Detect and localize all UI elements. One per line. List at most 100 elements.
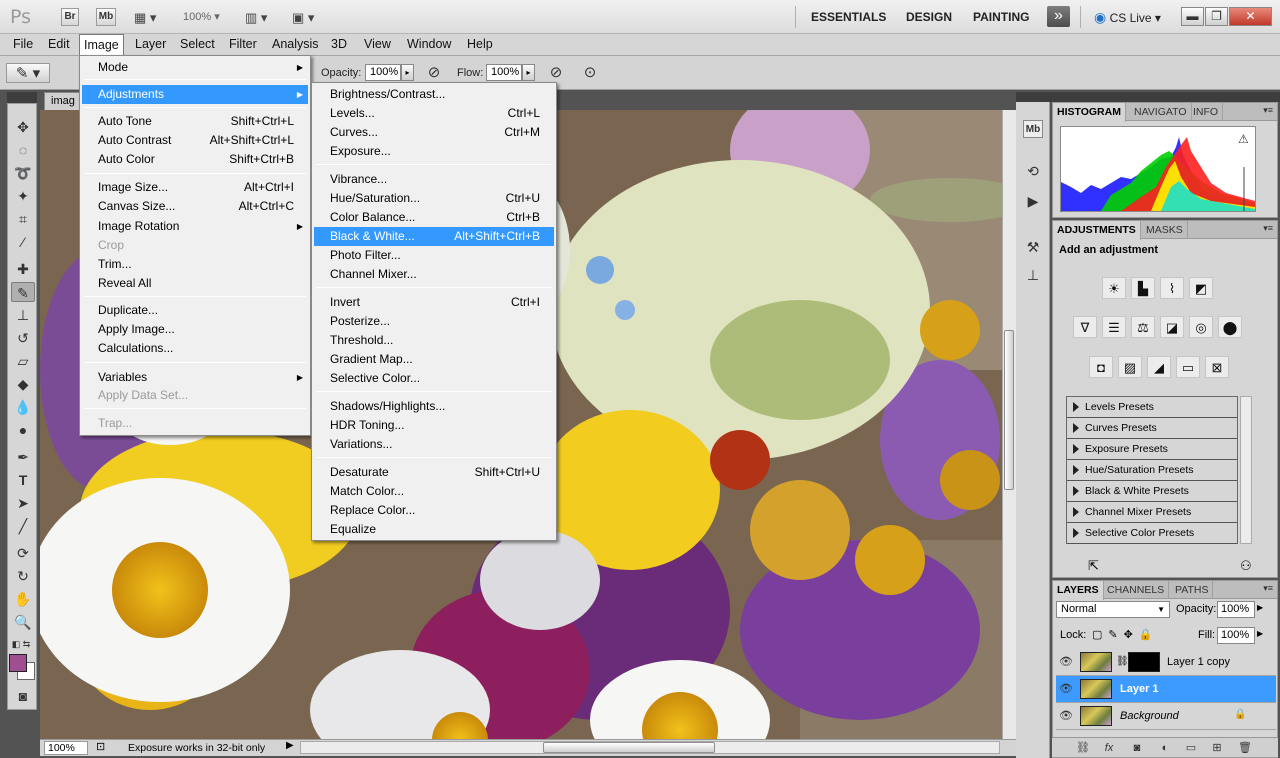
tab-adjustments[interactable]: ADJUSTMENTS xyxy=(1053,221,1141,240)
close-button[interactable]: ✕ xyxy=(1229,7,1272,26)
menu-item-threshold[interactable]: Threshold... xyxy=(314,331,554,350)
channel-mixer-icon[interactable]: ⬤ xyxy=(1218,316,1242,338)
foreground-color-swatch-top[interactable] xyxy=(9,654,27,672)
dodge-tool-icon[interactable]: ● xyxy=(11,420,35,440)
horizontal-scrollbar-thumb[interactable] xyxy=(543,742,715,753)
menu-image[interactable]: Image xyxy=(79,34,124,55)
zoom-tool-icon[interactable]: 🔍 xyxy=(11,612,35,632)
posterize-icon[interactable]: ▨ xyxy=(1118,356,1142,378)
menu-item-curves[interactable]: Curves... Ctrl+M xyxy=(314,123,554,142)
move-tool-icon[interactable]: ✥ xyxy=(11,117,35,137)
levels-icon[interactable]: ▙ xyxy=(1131,277,1155,299)
presets-scrollbar[interactable] xyxy=(1240,396,1252,544)
airbrush-icon[interactable]: ⊘ xyxy=(546,63,566,83)
layer-row-layer-1-copy[interactable]: 👁 ⛓ Layer 1 copy xyxy=(1056,649,1276,676)
tool-presets-panel-icon[interactable]: ⚒ xyxy=(1023,238,1043,256)
menu-item-apply-image[interactable]: Apply Image... xyxy=(82,320,308,339)
panel-menu-icon[interactable]: ▾≡ xyxy=(1263,583,1273,594)
exposure-icon[interactable]: ◩ xyxy=(1189,277,1213,299)
fill-arrow-icon[interactable]: ▶ xyxy=(1257,629,1263,638)
preset-hue-saturation[interactable]: Hue/Saturation Presets xyxy=(1067,460,1237,481)
menu-item-levels[interactable]: Levels... Ctrl+L xyxy=(314,104,554,123)
more-workspaces-button[interactable]: » xyxy=(1047,6,1070,27)
menu-help[interactable]: Help xyxy=(463,37,497,51)
menu-item-auto-tone[interactable]: Auto Tone Shift+Ctrl+L xyxy=(82,112,308,131)
link-icon[interactable]: ⛓ xyxy=(1116,656,1129,667)
new-adjustment-layer-icon[interactable]: ◐ xyxy=(1156,740,1174,756)
menu-item-brightness-contrast[interactable]: Brightness/Contrast... xyxy=(314,85,554,104)
brightness-contrast-icon[interactable]: ☀ xyxy=(1102,277,1126,299)
blend-mode-select[interactable]: Normal ▼ xyxy=(1056,601,1170,618)
flow-field[interactable]: 100% xyxy=(486,64,522,81)
bridge-button[interactable]: Br xyxy=(61,8,79,26)
tab-layers[interactable]: LAYERS xyxy=(1053,581,1104,600)
preset-channel-mixer[interactable]: Channel Mixer Presets xyxy=(1067,502,1237,523)
zoom-field[interactable]: 100% xyxy=(44,741,88,755)
pressure-opacity-icon[interactable]: ⊘ xyxy=(424,63,444,83)
mini-bridge-panel-icon[interactable]: Mb xyxy=(1023,120,1043,138)
menu-item-match-color[interactable]: Match Color... xyxy=(314,482,554,501)
layer-opacity-field[interactable]: 100% xyxy=(1217,601,1255,618)
menu-item-reveal-all[interactable]: Reveal All xyxy=(82,274,308,293)
menu-item-replace-color[interactable]: Replace Color... xyxy=(314,501,554,520)
status-menu-arrow-icon[interactable]: ▶ xyxy=(286,740,294,751)
color-balance-icon[interactable]: ⚖ xyxy=(1131,316,1155,338)
menu-select[interactable]: Select xyxy=(176,37,219,51)
3d-rotate-tool-icon[interactable]: ⟳ xyxy=(11,543,35,563)
cs-live-menu[interactable]: ◉ CS Live ▾ xyxy=(1094,9,1161,26)
paint-bucket-tool-icon[interactable]: ◆ xyxy=(11,374,35,394)
curves-icon[interactable]: ⌇ xyxy=(1160,277,1184,299)
vertical-scrollbar-thumb[interactable] xyxy=(1004,330,1014,490)
menu-item-gradient-map[interactable]: Gradient Map... xyxy=(314,350,554,369)
screen-mode-icon[interactable]: ▣ ▾ xyxy=(292,10,314,26)
histogram-warning-icon[interactable]: ⚠ xyxy=(1238,132,1249,146)
pen-tool-icon[interactable]: ✒ xyxy=(11,447,35,467)
quick-selection-tool-icon[interactable]: ✦ xyxy=(11,186,35,206)
menu-item-equalize[interactable]: Equalize xyxy=(314,520,554,539)
crop-tool-icon[interactable]: ⌗ xyxy=(11,209,35,229)
link-layers-icon[interactable]: ⛓ xyxy=(1074,740,1092,756)
menu-item-mode[interactable]: Mode ▶ xyxy=(82,58,308,77)
menu-item-channel-mixer[interactable]: Channel Mixer... xyxy=(314,265,554,284)
preset-curves[interactable]: Curves Presets xyxy=(1067,418,1237,439)
mini-bridge-button[interactable]: Mb xyxy=(96,8,116,26)
spot-healing-tool-icon[interactable]: ✚ xyxy=(11,259,35,279)
menu-item-photo-filter[interactable]: Photo Filter... xyxy=(314,246,554,265)
menu-item-adjustments[interactable]: Adjustments ▶ xyxy=(82,85,308,104)
return-to-list-icon[interactable]: ⇱ xyxy=(1088,558,1099,574)
fill-field[interactable]: 100% xyxy=(1217,627,1255,644)
tab-info[interactable]: INFO xyxy=(1189,103,1224,121)
menu-item-duplicate[interactable]: Duplicate... xyxy=(82,301,308,320)
status-info-icon[interactable]: ⊡ xyxy=(96,740,105,753)
menu-item-auto-contrast[interactable]: Auto Contrast Alt+Shift+Ctrl+L xyxy=(82,131,308,150)
menu-item-exposure[interactable]: Exposure... xyxy=(314,142,554,161)
menu-file[interactable]: File xyxy=(9,37,37,51)
threshold-icon[interactable]: ◢ xyxy=(1147,356,1171,378)
menu-item-black-white[interactable]: Black & White... Alt+Shift+Ctrl+B xyxy=(314,227,554,246)
menu-item-color-balance[interactable]: Color Balance... Ctrl+B xyxy=(314,208,554,227)
menu-item-trim[interactable]: Trim... xyxy=(82,255,308,274)
tool-preset-picker[interactable]: ✎ ▾ xyxy=(6,63,50,83)
panel-menu-icon[interactable]: ▾≡ xyxy=(1263,105,1273,116)
invert-icon[interactable]: ◘ xyxy=(1089,356,1113,378)
workspace-painting[interactable]: PAINTING xyxy=(973,10,1029,24)
menu-edit[interactable]: Edit xyxy=(44,37,74,51)
toolbar-header[interactable] xyxy=(7,92,37,103)
eraser-tool-icon[interactable]: ▱ xyxy=(11,351,35,371)
lock-options-icons[interactable]: ▢✎✥🔒 xyxy=(1092,628,1159,641)
panel-menu-icon[interactable]: ▾≡ xyxy=(1263,223,1273,234)
delete-layer-icon[interactable]: 🗑 xyxy=(1236,740,1254,756)
minimize-button[interactable]: ▬ xyxy=(1181,7,1204,26)
preset-black-white[interactable]: Black & White Presets xyxy=(1067,481,1237,502)
hue-saturation-icon[interactable]: ☰ xyxy=(1102,316,1126,338)
pressure-size-icon[interactable]: ⊙ xyxy=(580,63,600,83)
blur-tool-icon[interactable]: 💧 xyxy=(11,397,35,417)
menu-item-auto-color[interactable]: Auto Color Shift+Ctrl+B xyxy=(82,150,308,169)
menu-item-invert[interactable]: Invert Ctrl+I xyxy=(314,293,554,312)
tab-channels[interactable]: CHANNELS xyxy=(1103,581,1170,599)
path-selection-tool-icon[interactable]: ➤ xyxy=(11,493,35,513)
gradient-map-icon[interactable]: ▭ xyxy=(1176,356,1200,378)
default-colors-icon[interactable]: ◧ ⇆ xyxy=(9,634,33,654)
restore-button[interactable]: ❐ xyxy=(1205,7,1228,26)
opacity-arrow-icon[interactable]: ▶ xyxy=(1257,603,1263,612)
